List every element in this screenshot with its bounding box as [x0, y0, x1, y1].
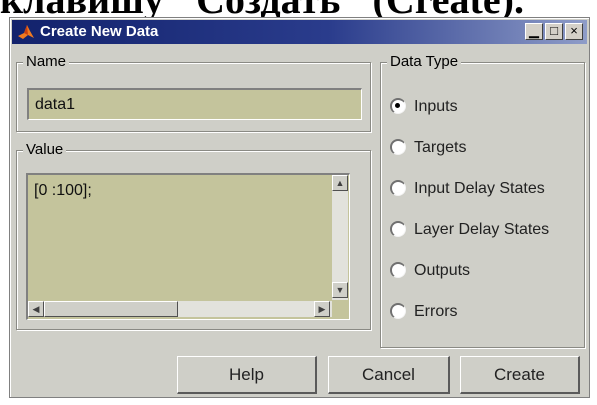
scroll-right-button[interactable]: ▶	[314, 301, 330, 317]
maximize-button[interactable]: □	[545, 23, 563, 40]
radio-outputs[interactable]: Outputs	[390, 260, 580, 282]
horizontal-scrollbar[interactable]: ◀ ▶	[28, 301, 332, 317]
close-button[interactable]: ×	[565, 23, 583, 40]
radio-button[interactable]	[390, 139, 406, 155]
radio-selected-dot	[395, 103, 400, 108]
radio-inputs[interactable]: Inputs	[390, 96, 580, 118]
value-textarea[interactable]: [0 :100]; ▲ ▼ ◀ ▶	[26, 173, 350, 320]
value-legend: Value	[23, 141, 67, 159]
radio-label: Targets	[414, 139, 467, 156]
radio-layer-delay-states[interactable]: Layer Delay States	[390, 219, 580, 241]
radio-button[interactable]	[390, 180, 406, 196]
window-title: Create New Data	[40, 23, 159, 40]
scroll-up-button[interactable]: ▲	[332, 175, 348, 191]
help-button[interactable]: Help	[177, 356, 317, 394]
create-new-data-dialog: Create New Data ▁ □ × Name data1 Value […	[9, 17, 590, 398]
scroll-down-button[interactable]: ▼	[332, 282, 348, 298]
name-legend: Name	[23, 53, 70, 71]
radio-label: Errors	[414, 303, 458, 320]
radio-button[interactable]	[390, 98, 406, 114]
vertical-scrollbar[interactable]: ▲ ▼	[332, 175, 348, 300]
data-type-legend: Data Type	[387, 53, 462, 71]
radio-button[interactable]	[390, 262, 406, 278]
radio-button[interactable]	[390, 221, 406, 237]
radio-label: Inputs	[414, 98, 458, 115]
value-text: [0 :100];	[34, 182, 92, 199]
scroll-thumb[interactable]	[44, 301, 178, 317]
radio-label: Outputs	[414, 262, 471, 279]
matlab-logo-icon	[18, 25, 34, 39]
radio-targets[interactable]: Targets	[390, 137, 580, 159]
create-button[interactable]: Create	[460, 356, 580, 394]
radio-label: Input Delay States	[414, 180, 545, 197]
radio-errors[interactable]: Errors	[390, 301, 580, 323]
radio-button[interactable]	[390, 303, 406, 319]
minimize-button[interactable]: ▁	[525, 23, 543, 40]
name-input[interactable]: data1	[27, 88, 362, 120]
radio-label: Layer Delay States	[414, 221, 550, 238]
title-bar[interactable]: Create New Data ▁ □ ×	[12, 20, 587, 44]
cancel-button[interactable]: Cancel	[328, 356, 450, 394]
radio-input-delay-states[interactable]: Input Delay States	[390, 178, 580, 200]
scroll-left-button[interactable]: ◀	[28, 301, 44, 317]
